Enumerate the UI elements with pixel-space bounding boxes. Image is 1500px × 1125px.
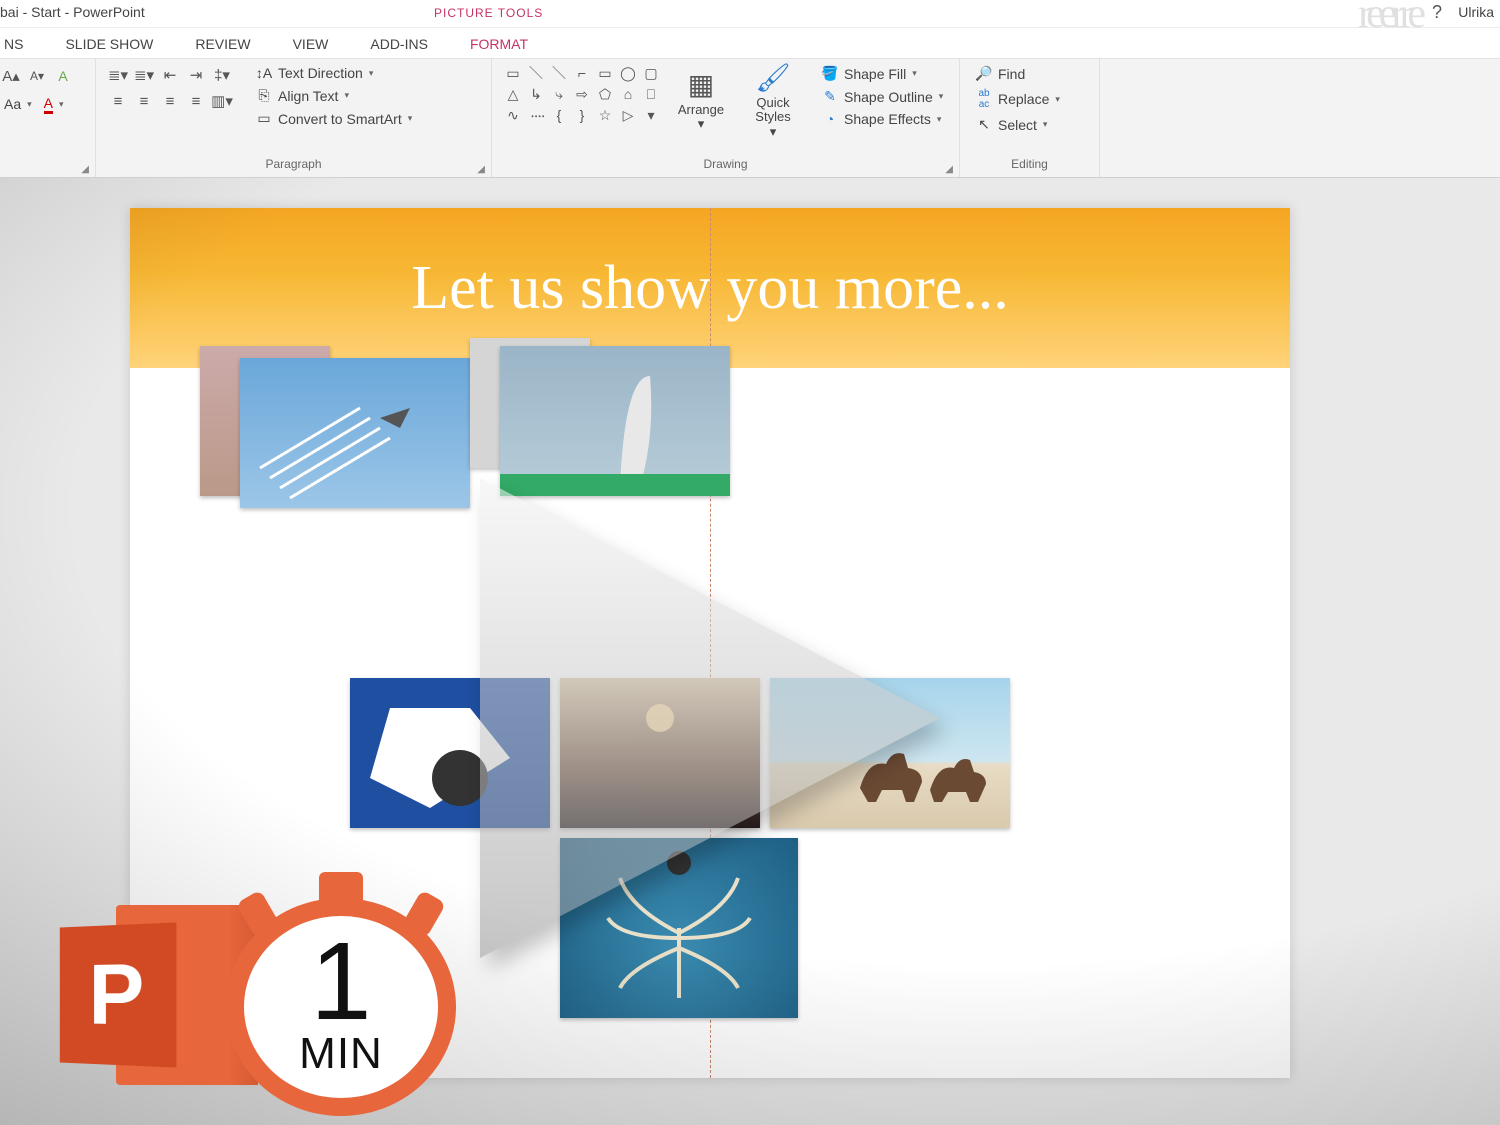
- convert-smartart-button[interactable]: ▭Convert to SmartArt▾: [250, 108, 416, 129]
- text-direction-icon: ↕A: [254, 65, 274, 81]
- document-title: bai - Start - PowerPoint: [0, 4, 145, 20]
- clear-formatting-icon[interactable]: A: [52, 66, 74, 86]
- justify-icon[interactable]: ≡: [184, 89, 208, 113]
- signed-in-user[interactable]: Ulrika: [1458, 4, 1500, 20]
- decrease-indent-icon[interactable]: ⇤: [158, 63, 182, 87]
- shape-line-icon[interactable]: ＼: [525, 63, 547, 83]
- replace-icon: abac: [974, 88, 994, 110]
- tab-add-ins[interactable]: ADD-INS: [366, 30, 432, 58]
- tab-transitions-cut[interactable]: NS: [0, 30, 27, 58]
- cursor-icon: ↖: [974, 116, 994, 133]
- shape-action-icon[interactable]: ▷: [617, 105, 639, 125]
- shape-roundrect-icon[interactable]: ▢: [640, 63, 662, 83]
- shape-arrow-icon[interactable]: ⇨: [571, 84, 593, 104]
- shape-brace-r-icon[interactable]: }: [571, 105, 593, 125]
- decorative-flourish: reerre: [1358, 0, 1420, 38]
- ribbon: A▴ A▾ A Aa▾ A▾ ◢ ≣▾ ≣▾ ⇤ ⇥ ‡▾: [0, 58, 1500, 178]
- shape-line2-icon[interactable]: ＼: [548, 63, 570, 83]
- tab-format[interactable]: FORMAT: [466, 30, 532, 58]
- shapes-more-icon[interactable]: ▾: [640, 105, 662, 125]
- quick-styles-icon: 🖌: [755, 63, 791, 94]
- help-icon[interactable]: ?: [1432, 2, 1442, 23]
- contextual-tab-group-label: PICTURE TOOLS: [434, 6, 543, 20]
- stopwatch-unit: MIN: [299, 1029, 383, 1079]
- grow-font-icon[interactable]: A▴: [0, 66, 22, 86]
- shape-connector-icon[interactable]: ⌐: [571, 63, 593, 83]
- shape-scribble-icon[interactable]: ᠁: [525, 105, 547, 125]
- shape-effects-button[interactable]: ◔Shape Effects▾: [816, 109, 947, 129]
- shape-star-icon[interactable]: ☆: [594, 105, 616, 125]
- pencil-icon: ✎: [820, 88, 840, 105]
- shape-arrow-elbow-icon[interactable]: ↳: [525, 84, 547, 104]
- font-color-button[interactable]: A▾: [40, 93, 68, 116]
- numbering-icon[interactable]: ≣▾: [132, 63, 156, 87]
- stopwatch-number: 1: [310, 935, 371, 1029]
- align-text-icon: ⎘: [254, 87, 274, 104]
- group-font-partial: A▴ A▾ A Aa▾ A▾ ◢: [0, 59, 96, 177]
- shape-fill-button[interactable]: 🪣Shape Fill▾: [816, 63, 947, 84]
- align-center-icon[interactable]: ≡: [132, 89, 156, 113]
- shrink-font-icon[interactable]: A▾: [26, 66, 48, 86]
- dialog-launcher-icon[interactable]: ◢: [945, 164, 953, 175]
- text-direction-button[interactable]: ↕AText Direction▾: [250, 63, 416, 83]
- align-text-button[interactable]: ⎘Align Text▾: [250, 85, 416, 106]
- find-button[interactable]: 🔎Find: [970, 63, 1064, 84]
- shape-freeform-icon[interactable]: ∿: [502, 105, 524, 125]
- ribbon-tabs: NS SLIDE SHOW REVIEW VIEW ADD-INS FORMAT: [0, 28, 1500, 58]
- arrange-icon: ▦: [688, 70, 714, 101]
- columns-icon[interactable]: ▥▾: [210, 89, 234, 113]
- dialog-launcher-icon[interactable]: ◢: [477, 164, 485, 175]
- binoculars-icon: 🔎: [974, 65, 994, 82]
- shape-curve-icon[interactable]: ⤷: [548, 84, 570, 104]
- tab-view[interactable]: VIEW: [289, 30, 333, 58]
- change-case-button[interactable]: Aa▾: [0, 94, 36, 114]
- select-button[interactable]: ↖Select▾: [970, 114, 1064, 135]
- align-left-icon[interactable]: ≡: [106, 89, 130, 113]
- group-editing-label: Editing: [970, 157, 1089, 177]
- smartart-icon: ▭: [254, 110, 274, 127]
- title-bar: bai - Start - PowerPoint PICTURE TOOLS r…: [0, 0, 1500, 28]
- stopwatch-icon: 1 MIN: [226, 872, 456, 1117]
- shape-brace-l-icon[interactable]: {: [548, 105, 570, 125]
- shapes-gallery[interactable]: ▭ ＼ ＼ ⌐ ▭ ◯ ▢ △ ↳ ⤷ ⇨ ⬠ ⌂ ⎕ ∿ ᠁ {: [502, 63, 662, 125]
- arrange-button[interactable]: ▦ Arrange▾: [668, 63, 734, 139]
- quick-styles-button[interactable]: 🖌 Quick Styles▾: [740, 63, 806, 139]
- shape-rect-icon[interactable]: ▭: [594, 63, 616, 83]
- shape-triangle-icon[interactable]: △: [502, 84, 524, 104]
- group-paragraph: ≣▾ ≣▾ ⇤ ⇥ ‡▾ ≡ ≡ ≡ ≡ ▥▾ ↕AText Direction…: [96, 59, 492, 177]
- shape-oval-icon[interactable]: ◯: [617, 63, 639, 83]
- shape-banner-icon[interactable]: ⌂: [617, 84, 639, 104]
- group-font-label: ◢: [0, 157, 85, 177]
- group-paragraph-label: Paragraph◢: [106, 157, 481, 177]
- increase-indent-icon[interactable]: ⇥: [184, 63, 208, 87]
- slide-workspace[interactable]: Let us show you more...: [0, 178, 1500, 1125]
- tab-slide-show[interactable]: SLIDE SHOW: [61, 30, 157, 58]
- shape-callout-icon[interactable]: ⎕: [640, 84, 662, 104]
- shape-outline-button[interactable]: ✎Shape Outline▾: [816, 86, 947, 107]
- group-drawing-label: Drawing◢: [502, 157, 949, 177]
- shape-pentagon-icon[interactable]: ⬠: [594, 84, 616, 104]
- effects-icon: ◔: [820, 111, 840, 127]
- group-editing: 🔎Find abacReplace▾ ↖Select▾ Editing: [960, 59, 1100, 177]
- shape-textbox-icon[interactable]: ▭: [502, 63, 524, 83]
- replace-button[interactable]: abacReplace▾: [970, 86, 1064, 112]
- line-spacing-icon[interactable]: ‡▾: [210, 63, 234, 87]
- powerpoint-one-minute-badge: P 1 MIN: [56, 872, 456, 1117]
- dialog-launcher-icon[interactable]: ◢: [81, 164, 89, 175]
- tab-review[interactable]: REVIEW: [191, 30, 254, 58]
- group-drawing: ▭ ＼ ＼ ⌐ ▭ ◯ ▢ △ ↳ ⤷ ⇨ ⬠ ⌂ ⎕ ∿ ᠁ {: [492, 59, 960, 177]
- bullets-icon[interactable]: ≣▾: [106, 63, 130, 87]
- align-right-icon[interactable]: ≡: [158, 89, 182, 113]
- bucket-icon: 🪣: [820, 65, 840, 82]
